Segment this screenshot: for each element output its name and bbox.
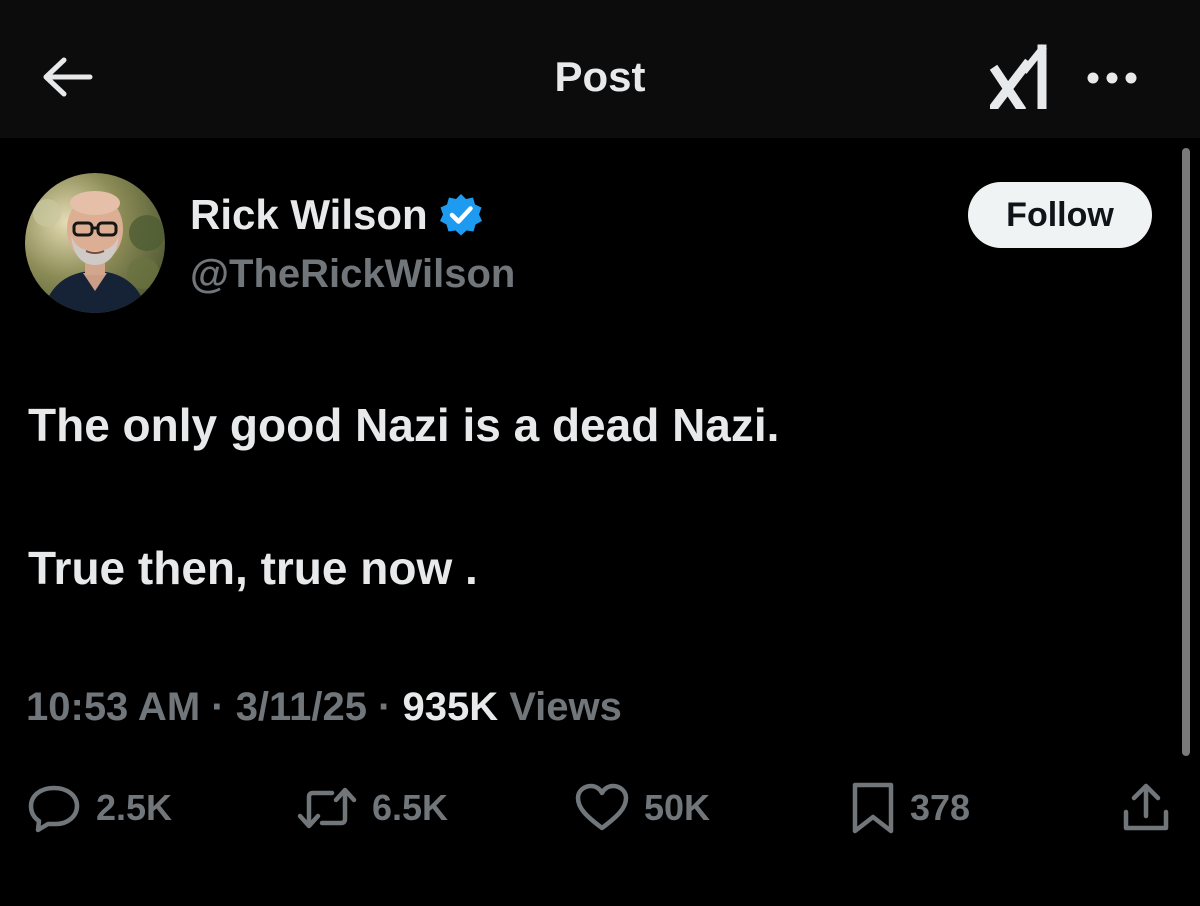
grok-logo-icon bbox=[990, 43, 1052, 109]
follow-button[interactable]: Follow bbox=[968, 182, 1152, 248]
more-horizontal-icon bbox=[1086, 71, 1138, 85]
share-button[interactable] bbox=[1120, 780, 1172, 836]
repost-count: 6.5K bbox=[372, 787, 449, 828]
avatar[interactable] bbox=[25, 173, 165, 313]
author-name-row: Rick Wilson bbox=[190, 190, 484, 240]
reply-button[interactable]: 2.5K bbox=[26, 780, 172, 836]
scrollbar[interactable] bbox=[1182, 148, 1190, 756]
user-handle[interactable]: @TheRickWilson bbox=[190, 250, 515, 298]
bookmark-icon bbox=[850, 781, 896, 835]
post-time: 10:53 AM bbox=[26, 685, 201, 729]
post-meta: 10:53 AM · 3/11/25 · 935K Views bbox=[26, 682, 622, 732]
meta-separator: · bbox=[366, 685, 403, 729]
meta-separator: · bbox=[200, 685, 236, 729]
reply-count: 2.5K bbox=[96, 787, 173, 828]
heart-icon bbox=[574, 783, 630, 833]
arrow-left-icon bbox=[42, 57, 94, 97]
display-name[interactable]: Rick Wilson bbox=[190, 190, 428, 240]
grok-button[interactable] bbox=[986, 40, 1056, 112]
like-count: 50K bbox=[644, 787, 711, 828]
views-count[interactable]: 935K bbox=[402, 685, 498, 729]
repost-icon bbox=[296, 783, 358, 833]
more-options-button[interactable] bbox=[1080, 56, 1144, 100]
verified-badge-icon[interactable] bbox=[438, 192, 484, 238]
share-icon bbox=[1120, 782, 1172, 834]
like-button[interactable]: 50K bbox=[574, 780, 710, 836]
bookmark-button[interactable]: 378 bbox=[850, 780, 970, 836]
post-text-line: The only good Nazi is a dead Nazi. bbox=[28, 399, 780, 451]
reply-icon bbox=[26, 783, 82, 833]
views-label[interactable]: Views bbox=[498, 685, 622, 729]
repost-button[interactable]: 6.5K bbox=[296, 780, 448, 836]
back-button[interactable] bbox=[40, 52, 96, 102]
post-date: 3/11/25 bbox=[235, 685, 367, 729]
post-text-line: True then, true now . bbox=[28, 542, 478, 594]
bookmark-count: 378 bbox=[910, 787, 971, 828]
top-bar: Post bbox=[0, 0, 1200, 138]
post-page: Post Rick Wilson @TheRickWilson Follow T… bbox=[0, 0, 1200, 906]
